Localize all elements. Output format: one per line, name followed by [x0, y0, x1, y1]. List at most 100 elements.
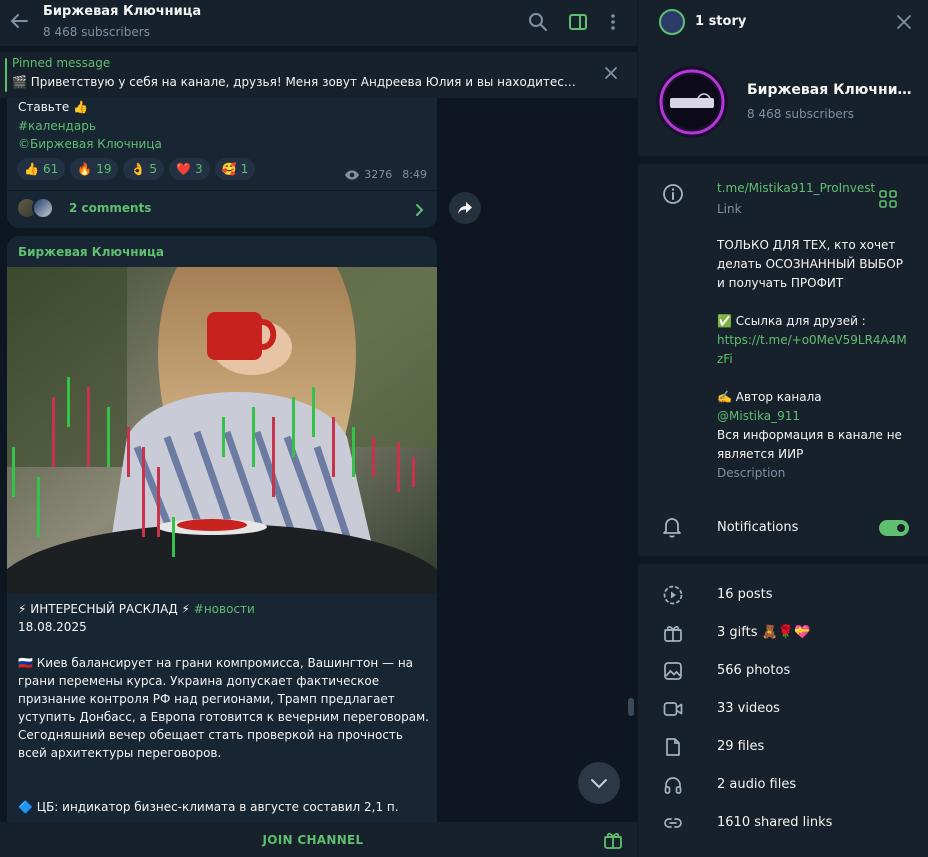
info-icon — [663, 184, 683, 204]
description-text: ✅ Ссылка для друзей : — [717, 314, 866, 328]
stat-label: 3 gifts 🧸🌹💝 — [717, 625, 811, 640]
section-divider — [638, 556, 928, 564]
reaction-emoji: 👌 — [130, 162, 146, 176]
link-icon — [664, 818, 682, 828]
story-label: 1 story — [695, 14, 747, 29]
share-arrow-icon — [458, 202, 472, 214]
chevron-down-icon — [591, 779, 607, 789]
reaction-emoji: 🔥 — [77, 162, 93, 176]
pinned-message-bar[interactable]: Pinned message 🎬 Приветствую у себя на к… — [0, 52, 637, 98]
view-count: 3276 — [364, 168, 393, 181]
woman-with-coffee-photo — [7, 267, 437, 594]
message-bubble[interactable]: Биржевая Ключница ⚡ ИНТЕРЕСНЫЙ РАСКЛАД ⚡… — [7, 236, 437, 836]
stat-label: 1610 shared links — [717, 815, 833, 830]
stat-files[interactable]: 29 files — [638, 728, 928, 766]
gift-icon — [664, 626, 682, 642]
file-icon — [666, 738, 680, 756]
stat-label: 29 files — [717, 739, 765, 754]
message-text: Ставьте 👍 — [18, 100, 88, 114]
scroll-to-bottom-button[interactable] — [578, 762, 620, 804]
join-channel-button[interactable]: JOIN CHANNEL — [0, 833, 626, 847]
message-author[interactable]: Биржевая Ключница — [18, 245, 164, 259]
reaction-count: 1 — [240, 162, 249, 176]
telegram-app: Биржевая Ключница 8 468 subscribers Pinn… — [0, 0, 928, 857]
commenter-avatars — [16, 197, 60, 221]
headphones-icon — [664, 777, 682, 794]
subscriber-count: 8 468 subscribers — [43, 25, 150, 39]
share-button[interactable] — [449, 192, 481, 224]
message-text: ⚡ ИНТЕРЕСНЫЙ РАСКЛАД ⚡ #новости 18.08.20… — [18, 600, 430, 834]
stat-photos[interactable]: 566 photos — [638, 652, 928, 690]
stat-gifts[interactable]: 3 gifts 🧸🌹💝 — [638, 614, 928, 652]
author-handle-link[interactable]: @Mistika_911 — [717, 407, 912, 426]
stat-label: 566 photos — [717, 663, 791, 678]
reaction-count: 3 — [195, 162, 203, 176]
comments-button[interactable]: 2 comments — [7, 191, 437, 228]
close-icon[interactable] — [896, 14, 912, 30]
gift-icon[interactable] — [603, 830, 623, 850]
chevron-right-icon — [416, 204, 424, 216]
stat-videos[interactable]: 33 videos — [638, 690, 928, 728]
description-text: Вся информация в канале не является ИИР — [717, 428, 902, 461]
eye-icon — [345, 170, 360, 179]
story-row[interactable]: 1 story — [638, 0, 928, 44]
pinned-text: 🎬 Приветствую у себя на канале, друзья! … — [12, 75, 580, 89]
channel-link[interactable]: t.me/Mistika911_ProInvest — [717, 181, 875, 195]
chat-pane: Биржевая Ключница 8 468 subscribers Pinn… — [0, 0, 637, 857]
sidebar-toggle-icon[interactable] — [568, 12, 588, 32]
message-meta: 3276 8:49 — [344, 168, 427, 181]
back-arrow-icon[interactable] — [8, 10, 30, 32]
qr-code-icon[interactable] — [879, 190, 897, 208]
reaction-chip[interactable]: ❤️ 3 — [169, 158, 210, 180]
pinned-title: Pinned message — [12, 56, 111, 70]
posts-icon — [663, 585, 683, 605]
channel-description: ТОЛЬКО ДЛЯ ТЕХ, кто хочет делать ОСОЗНАН… — [717, 236, 912, 464]
channel-title[interactable]: Биржевая Ключница — [43, 4, 201, 19]
story-avatar — [659, 9, 685, 35]
stat-posts[interactable]: 16 posts — [638, 576, 928, 614]
join-bar: JOIN CHANNEL — [0, 822, 637, 857]
stat-audio[interactable]: 2 audio files — [638, 766, 928, 804]
scrollbar[interactable] — [628, 98, 634, 820]
close-pinned-icon[interactable] — [603, 65, 619, 81]
reaction-chip[interactable]: 🥰 1 — [214, 158, 256, 180]
more-options-icon[interactable] — [603, 12, 623, 32]
scrollbar-thumb[interactable] — [628, 698, 634, 716]
search-icon[interactable] — [528, 12, 548, 32]
hashtag-link[interactable]: #новости — [194, 602, 255, 616]
reaction-emoji: 🥰 — [221, 162, 237, 176]
message-time: 8:49 — [402, 168, 427, 181]
reaction-chip[interactable]: 🔥 19 — [70, 158, 119, 180]
reaction-emoji: ❤️ — [176, 162, 192, 176]
reactions: 👍 61 🔥 19 👌 5 ❤️ 3 🥰 1 — [17, 158, 256, 180]
reaction-chip[interactable]: 👌 5 — [123, 158, 165, 180]
reaction-emoji: 👍 — [24, 162, 39, 176]
message-bubble[interactable]: Ставьте 👍 #календарь ©Биржевая Ключница … — [7, 98, 437, 228]
stat-label: 16 posts — [717, 587, 773, 602]
invite-link[interactable]: https://t.me/+o0MeV59LR4A4MzFi — [717, 331, 912, 369]
post-photo[interactable] — [7, 267, 437, 594]
subscriber-count: 8 468 subscribers — [747, 107, 854, 121]
comments-label: 2 comments — [69, 201, 152, 215]
stat-label: 2 audio files — [717, 777, 797, 792]
stat-links[interactable]: 1610 shared links — [638, 804, 928, 842]
stat-label: 33 videos — [717, 701, 780, 716]
channel-info-panel: 1 story Биржевая Ключница 8 468 subscrib… — [637, 0, 928, 857]
signature-link[interactable]: ©Биржевая Ключница — [18, 137, 162, 151]
headline: ⚡ ИНТЕРЕСНЫЙ РАСКЛАД ⚡ — [18, 602, 190, 616]
notifications-toggle[interactable] — [879, 520, 909, 536]
description-label: Description — [717, 466, 786, 480]
channel-avatar[interactable] — [656, 66, 728, 138]
section-divider — [638, 156, 928, 164]
hashtag-link[interactable]: #календарь — [18, 119, 96, 133]
description-text: ТОЛЬКО ДЛЯ ТЕХ, кто хочет делать ОСОЗНАН… — [717, 238, 903, 290]
pinned-indicator — [5, 58, 7, 92]
bell-icon — [663, 518, 681, 538]
notifications-label: Notifications — [717, 520, 799, 535]
channel-name: Биржевая Ключница — [747, 82, 917, 98]
reaction-chip[interactable]: 👍 61 — [17, 158, 66, 180]
video-icon — [663, 702, 683, 716]
post-date: 18.08.2025 — [18, 620, 87, 634]
description-text: ✍️ Автор канала — [717, 390, 822, 404]
photo-icon — [664, 662, 682, 680]
